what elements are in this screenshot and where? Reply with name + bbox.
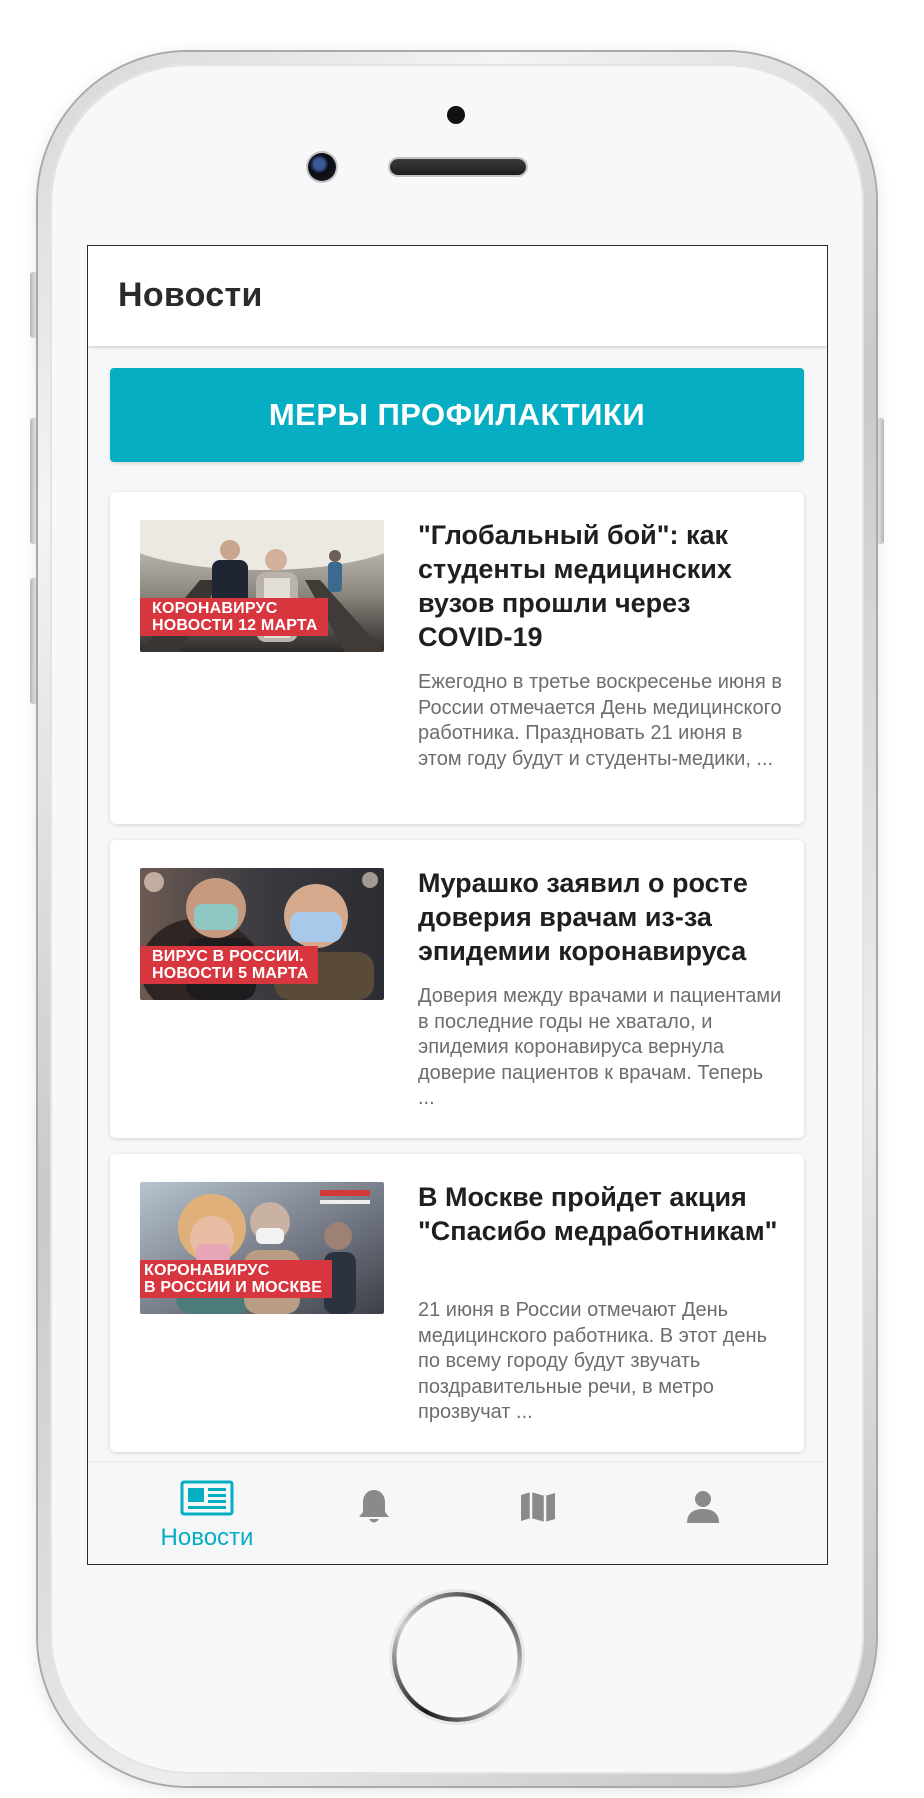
news-excerpt: Ежегодно в третье воскресенье июня в Рос…	[418, 671, 782, 770]
home-button[interactable]	[392, 1592, 522, 1722]
earpiece-speaker	[390, 159, 526, 175]
prevention-measures-button[interactable]: МЕРЫ ПРОФИЛАКТИКИ	[110, 368, 804, 462]
map-icon	[521, 1492, 555, 1522]
app-screen: Новости МЕРЫ ПРОФИЛАКТИКИ КОРОНАВИРУС НО…	[87, 245, 828, 1565]
news-thumbnail: ВИРУС В РОССИИ. НОВОСТИ 5 МАРТА	[140, 868, 384, 1000]
device-mockup: Новости МЕРЫ ПРОФИЛАКТИКИ КОРОНАВИРУС НО…	[0, 0, 924, 1798]
thumbnail-caption: КОРОНАВИРУС НОВОСТИ 12 МАРТА	[140, 598, 328, 636]
user-icon	[687, 1491, 719, 1523]
tab-news-label: Новости	[160, 1524, 254, 1551]
front-camera	[308, 153, 336, 181]
tab-notifications[interactable]	[284, 1462, 464, 1564]
tab-profile[interactable]	[613, 1462, 793, 1564]
news-title[interactable]: "Глобальный бой": как студенты медицинск…	[418, 518, 786, 654]
news-title[interactable]: В Москве пройдет акция "Спасибо медработ…	[418, 1180, 786, 1248]
news-card[interactable]: КОРОНАВИРУС В РОССИИ И МОСКВЕ В Москве п…	[110, 1154, 804, 1452]
thumbnail-caption: КОРОНАВИРУС В РОССИИ И МОСКВЕ	[140, 1260, 333, 1298]
news-excerpt: 21 июня в России отмечают День медицинск…	[418, 1299, 768, 1423]
news-card[interactable]: ВИРУС В РОССИИ. НОВОСТИ 5 МАРТА Мурашко …	[110, 840, 804, 1138]
news-thumbnail: КОРОНАВИРУС В РОССИИ И МОСКВЕ	[140, 1182, 384, 1314]
page-title: Новости	[118, 276, 263, 314]
newspaper-icon	[180, 1480, 234, 1516]
app-header: Новости	[88, 246, 827, 346]
news-card[interactable]: КОРОНАВИРУС НОВОСТИ 12 МАРТА "Глобальный…	[110, 492, 804, 824]
bell-icon	[359, 1490, 389, 1523]
news-title[interactable]: Мурашко заявил о росте доверия врачам из…	[418, 866, 786, 968]
thumbnail-caption: ВИРУС В РОССИИ. НОВОСТИ 5 МАРТА	[140, 946, 319, 984]
tab-news[interactable]: Новости	[117, 1462, 297, 1564]
news-thumbnail: КОРОНАВИРУС НОВОСТИ 12 МАРТА	[140, 520, 384, 652]
proximity-sensor	[447, 106, 465, 124]
news-excerpt: Доверия между врачами и пациентами в пос…	[418, 985, 782, 1109]
bottom-tab-bar: Новости	[88, 1461, 827, 1564]
tab-map[interactable]	[448, 1462, 628, 1564]
